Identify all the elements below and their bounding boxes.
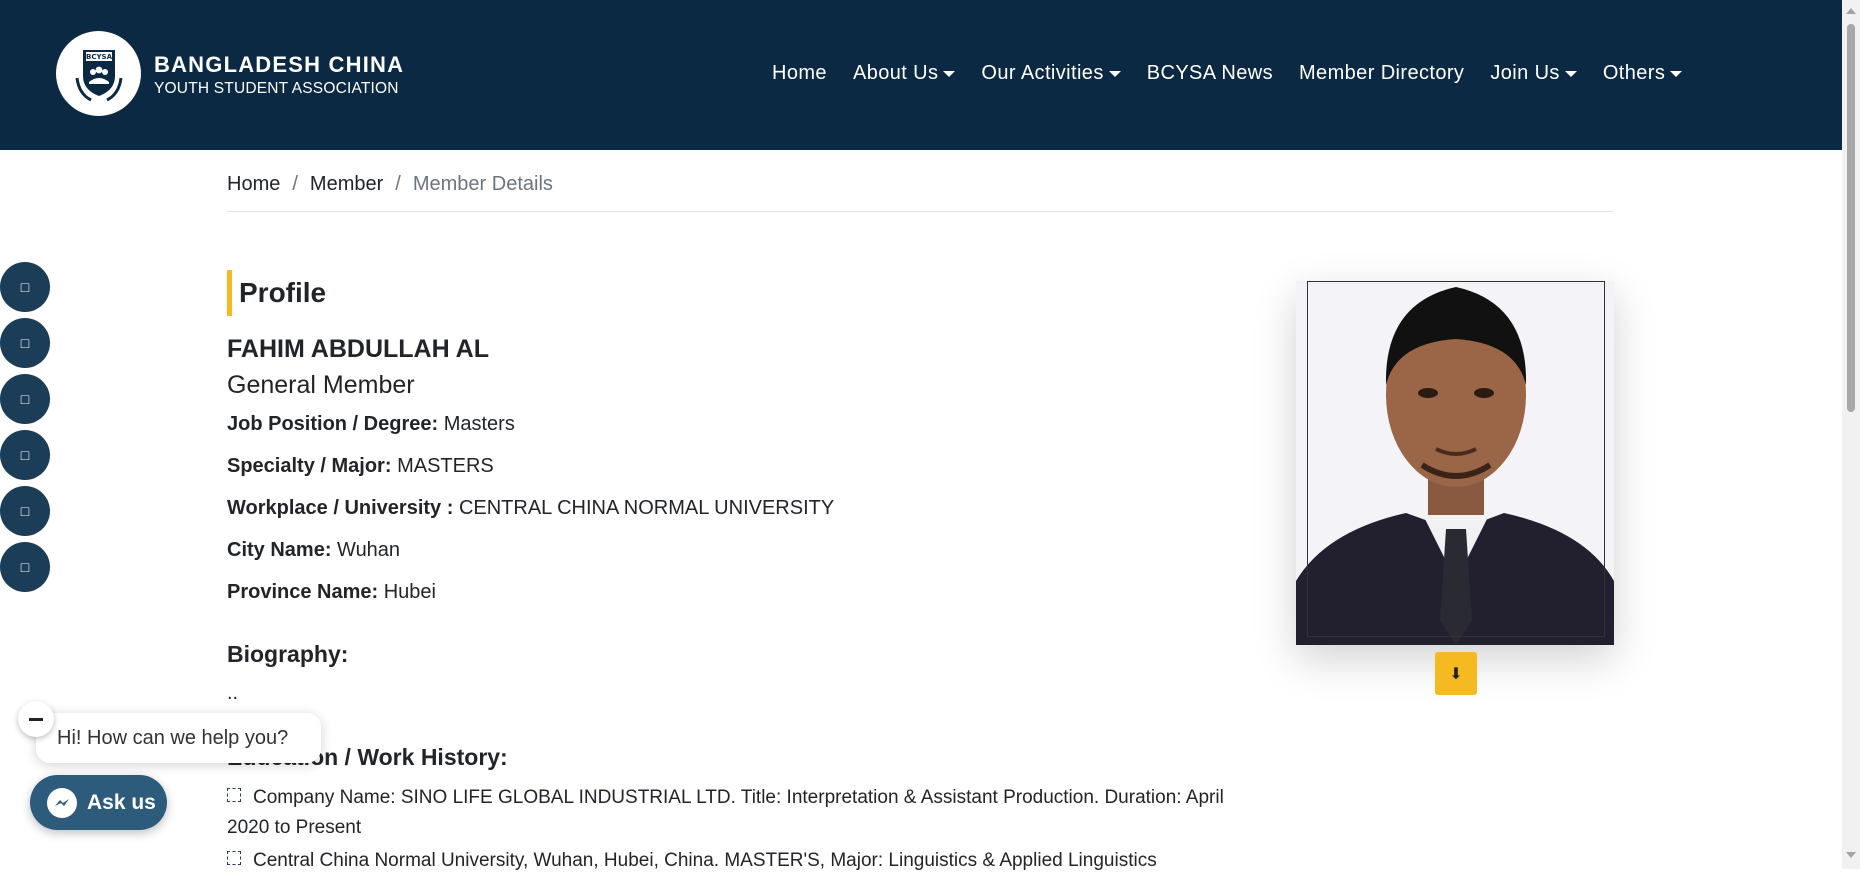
history-item: Central China Normal University, Wuhan, … — [227, 846, 1227, 876]
field-value: MASTERS — [397, 455, 494, 477]
breadcrumb-divider — [227, 211, 1613, 212]
history-item-text: Company Name: SINO LIFE GLOBAL INDUSTRIA… — [227, 787, 1224, 838]
nav-about-us-label: About Us — [852, 62, 939, 84]
social-instagram-button[interactable]: □ — [0, 486, 50, 536]
twitter-icon: □ — [20, 335, 30, 351]
field-label: Province Name: — [227, 581, 379, 603]
field-label: City Name: — [227, 539, 332, 561]
social-linkedin-button[interactable]: □ — [0, 374, 50, 424]
logo-emblem-icon: BCYSA — [75, 49, 122, 101]
bullet-square-icon — [227, 788, 241, 802]
member-type: General Member — [227, 371, 415, 399]
bullet-square-icon — [227, 851, 241, 865]
messenger-icon — [47, 787, 77, 818]
email-icon: □ — [20, 559, 30, 575]
caret-down-icon — [943, 71, 956, 77]
scrollbar-thumb[interactable] — [1847, 24, 1855, 412]
social-facebook-button[interactable]: □ — [0, 262, 50, 312]
nav-about-us[interactable]: About Us — [852, 62, 956, 85]
member-name: FAHIM ABDULLAH AL — [227, 335, 489, 363]
site-logo[interactable]: BCYSA — [56, 31, 141, 116]
page-scrollbar[interactable] — [1842, 0, 1860, 869]
member-portrait-image — [1296, 281, 1614, 645]
history-item: Company Name: SINO LIFE GLOBAL INDUSTRIA… — [227, 783, 1227, 843]
caret-down-icon — [1108, 71, 1121, 77]
field-label: Job Position / Degree: — [227, 413, 439, 435]
nav-our-activities[interactable]: Our Activities — [981, 62, 1121, 85]
nav-home-label: Home — [772, 62, 827, 84]
field-value: Wuhan — [337, 539, 401, 561]
linkedin-icon: □ — [20, 391, 30, 407]
breadcrumb-separator: / — [292, 173, 298, 195]
breadcrumb-separator: / — [395, 173, 401, 195]
field-specialty: Specialty / Major: MASTERS — [227, 455, 494, 478]
ask-us-label: Ask us — [87, 790, 156, 814]
ask-us-button[interactable]: Ask us — [30, 775, 167, 830]
field-value: Masters — [443, 413, 515, 435]
top-navbar: BCYSA BANGLADESH CHINA YOUTH STUDENT ASS… — [0, 0, 1842, 150]
profile-heading: Profile — [227, 270, 326, 316]
nav-bcysa-news-label: BCYSA News — [1146, 62, 1273, 84]
brand-subtitle[interactable]: YOUTH STUDENT ASSOCIATION — [154, 80, 399, 98]
field-province: Province Name: Hubei — [227, 581, 436, 604]
breadcrumb: Home / Member / Member Details — [227, 173, 553, 196]
nav-others-label: Others — [1602, 62, 1666, 84]
field-job-position: Job Position / Degree: Masters — [227, 413, 515, 436]
scroll-down-arrow-icon[interactable] — [1846, 852, 1856, 858]
field-workplace: Workplace / University : CENTRAL CHINA N… — [227, 497, 834, 520]
field-value: CENTRAL CHINA NORMAL UNIVERSITY — [458, 497, 835, 519]
breadcrumb-current: Member Details — [412, 173, 553, 195]
biography-text: .. — [227, 682, 239, 704]
history-item-text: Central China Normal University, Wuhan, … — [253, 850, 1157, 871]
field-label: Specialty / Major: — [227, 455, 392, 477]
member-photo — [1296, 281, 1614, 645]
nav-others[interactable]: Others — [1602, 62, 1683, 85]
nav-join-us[interactable]: Join Us — [1490, 62, 1577, 85]
nav-bcysa-news[interactable]: BCYSA News — [1147, 62, 1273, 85]
chat-greeting-text: Hi! How can we help you? — [57, 727, 289, 749]
brand-title[interactable]: BANGLADESH CHINA — [154, 52, 404, 78]
chat-greeting-bubble[interactable]: Hi! How can we help you? — [36, 713, 321, 763]
biography-title: Biography: — [227, 641, 349, 667]
download-button[interactable]: ⬇ — [1435, 652, 1477, 695]
caret-down-icon — [1564, 71, 1577, 77]
caret-down-icon — [1670, 71, 1683, 77]
youtube-icon: □ — [20, 447, 30, 463]
social-email-button[interactable]: □ — [0, 542, 50, 592]
field-value: Hubei — [383, 581, 436, 603]
facebook-icon: □ — [20, 279, 30, 295]
field-label: Workplace / University : — [227, 497, 454, 519]
social-youtube-button[interactable]: □ — [0, 430, 50, 480]
svg-text:BCYSA: BCYSA — [85, 53, 112, 61]
instagram-icon: □ — [20, 503, 30, 519]
nav-member-directory-label: Member Directory — [1299, 62, 1465, 84]
nav-home[interactable]: Home — [772, 62, 827, 85]
breadcrumb-home[interactable]: Home — [227, 173, 280, 196]
download-icon: ⬇ — [1449, 665, 1463, 683]
nav-member-directory[interactable]: Member Directory — [1299, 62, 1464, 85]
field-city: City Name: Wuhan — [227, 539, 400, 562]
scroll-up-arrow-icon[interactable] — [1846, 8, 1856, 14]
social-twitter-button[interactable]: □ — [0, 318, 50, 368]
breadcrumb-member[interactable]: Member — [310, 173, 383, 196]
minus-icon — [29, 717, 43, 721]
nav-join-us-label: Join Us — [1490, 62, 1560, 84]
main-nav: Home About Us Our Activities BCYSA News … — [772, 62, 1683, 85]
nav-our-activities-label: Our Activities — [981, 62, 1104, 84]
chat-minimize-button[interactable] — [18, 701, 54, 737]
